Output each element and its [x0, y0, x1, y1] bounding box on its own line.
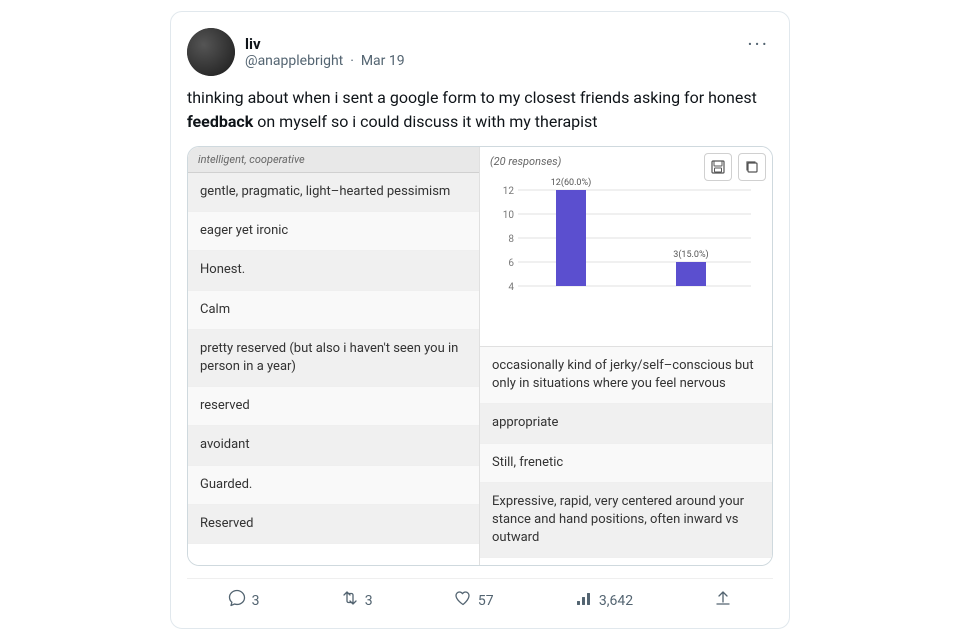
- user-info: liv @anapplebright · Mar 19: [245, 35, 405, 69]
- form-preview: intelligent, cooperative gentle, pragmat…: [187, 146, 773, 566]
- svg-text:6: 6: [508, 258, 514, 269]
- svg-text:3(15.0%): 3(15.0%): [673, 249, 708, 260]
- tweet-footer: 3 3 57: [187, 578, 773, 612]
- svg-text:4: 4: [508, 282, 514, 293]
- retweet-action[interactable]: 3: [341, 589, 373, 612]
- user-handle-date: @anapplebright · Mar 19: [245, 53, 405, 69]
- list-item: gentle, pragmatic, light–hearted pessimi…: [188, 173, 479, 212]
- views-count: 3,642: [599, 593, 633, 609]
- form-left-header: intelligent, cooperative: [188, 147, 479, 173]
- like-action[interactable]: 57: [454, 589, 494, 612]
- list-item: avoidant: [188, 426, 479, 465]
- list-item: Expressive, rapid, very centered around …: [480, 483, 772, 559]
- retweet-icon: [341, 589, 359, 612]
- list-item: Honest.: [188, 251, 479, 290]
- svg-text:12(60.0%): 12(60.0%): [551, 177, 591, 188]
- tweet-card: liv @anapplebright · Mar 19 ··· thinking…: [170, 11, 790, 629]
- list-item: eager yet ironic: [188, 212, 479, 251]
- user-name: liv: [245, 35, 405, 53]
- chart-area: (20 responses): [480, 147, 772, 347]
- views-action[interactable]: 3,642: [575, 589, 633, 612]
- avatar: [187, 28, 235, 76]
- svg-text:8: 8: [508, 234, 514, 245]
- list-item: Still, frenetic: [480, 444, 772, 483]
- svg-text:10: 10: [503, 210, 515, 221]
- share-action[interactable]: [714, 590, 732, 612]
- svg-text:12: 12: [503, 186, 515, 197]
- tweet-header: liv @anapplebright · Mar 19 ···: [187, 28, 773, 76]
- list-item: reserved: [188, 387, 479, 426]
- list-item: appropriate: [480, 404, 772, 443]
- right-rows: occasionally kind of jerky/self–consciou…: [480, 347, 772, 558]
- like-count: 57: [478, 593, 494, 609]
- comment-count: 3: [252, 593, 260, 609]
- views-icon: [575, 589, 593, 612]
- list-item: Calm: [188, 291, 479, 330]
- tweet-text: thinking about when i sent a google form…: [187, 86, 773, 134]
- retweet-count: 3: [365, 593, 373, 609]
- form-left-column: intelligent, cooperative gentle, pragmat…: [188, 147, 480, 565]
- tweet-text-part1: thinking about when i sent a google form…: [187, 88, 757, 107]
- tweet-text-bold: feedback: [187, 112, 253, 131]
- tweet-header-left: liv @anapplebright · Mar 19: [187, 28, 405, 76]
- list-item: Reserved: [188, 505, 479, 544]
- list-item: pretty reserved (but also i haven't seen…: [188, 330, 479, 387]
- share-icon: [714, 590, 732, 612]
- comment-icon: [228, 589, 246, 612]
- list-item: occasionally kind of jerky/self–consciou…: [480, 347, 772, 404]
- bar-chart: 12 10 8 6 4 12(60.0%): [490, 172, 762, 332]
- comment-action[interactable]: 3: [228, 589, 260, 612]
- chart-svg: 12 10 8 6 4 12(60.0%): [490, 172, 762, 327]
- list-item: Guarded.: [188, 466, 479, 505]
- more-options-button[interactable]: ···: [743, 28, 773, 60]
- form-right-column: (20 responses): [480, 147, 772, 565]
- tweet-text-part2: on myself so i could discuss it with my …: [253, 112, 597, 131]
- heart-icon: [454, 589, 472, 612]
